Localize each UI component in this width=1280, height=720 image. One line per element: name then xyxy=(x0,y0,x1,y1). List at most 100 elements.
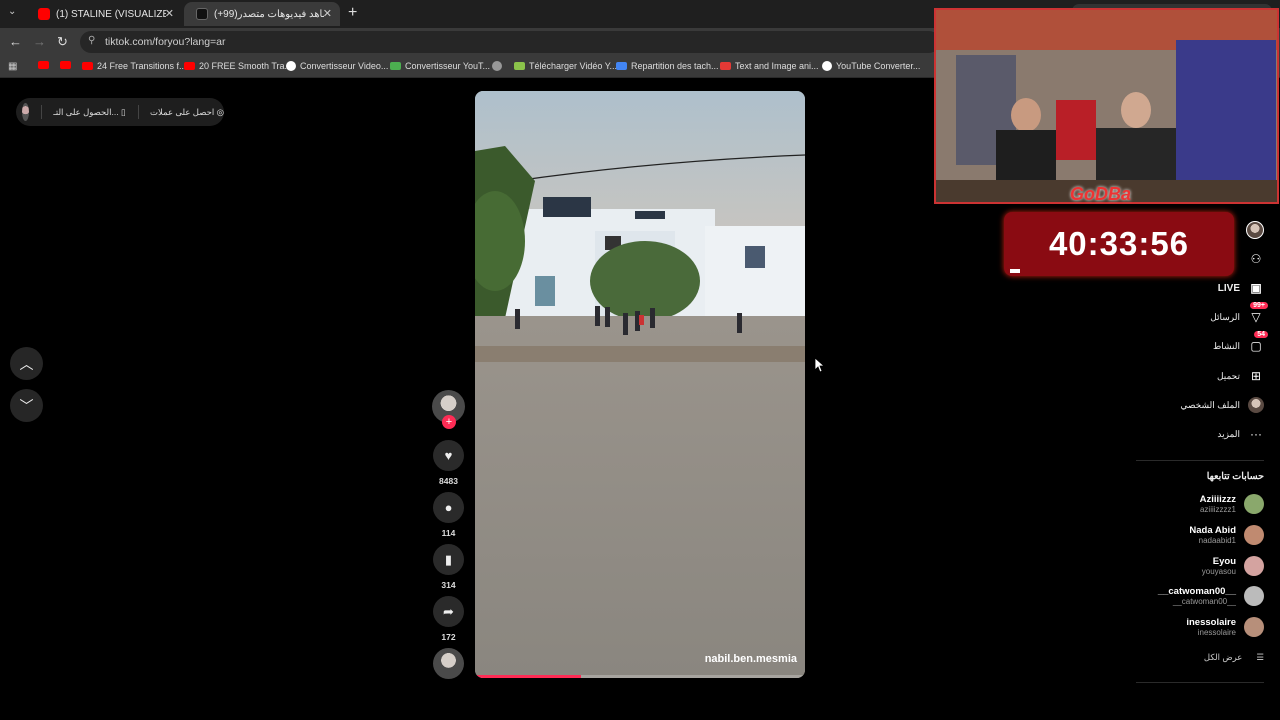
site-info-icon[interactable]: ⚲ xyxy=(88,35,95,46)
activity-badge: 54 xyxy=(1254,331,1268,338)
account-handle: __catwoman00__ xyxy=(1172,597,1236,606)
nav-item-profile[interactable]: الملف الشخصي xyxy=(1180,397,1264,413)
bookmark-item[interactable] xyxy=(60,61,75,69)
account-name: __catwoman00__ xyxy=(1157,586,1236,597)
account-handle: nadaabid1 xyxy=(1198,536,1236,545)
youtube-icon xyxy=(38,61,49,69)
close-tab-icon[interactable]: ✕ xyxy=(323,7,332,20)
back-arrow-icon[interactable]: ← xyxy=(9,34,22,49)
like-button[interactable]: ♥ xyxy=(433,440,464,471)
save-button[interactable]: ▮ xyxy=(433,544,464,575)
apps-grid-icon[interactable]: ▦ xyxy=(8,61,17,72)
heart-icon: ♥ xyxy=(444,448,453,463)
account-name: Nada Abid xyxy=(1189,525,1236,536)
countdown-timer: 40:33:56 xyxy=(1004,212,1234,276)
chevron-up-icon: ︿ xyxy=(19,355,34,372)
bookmark-item[interactable] xyxy=(492,61,506,71)
new-tab-button[interactable]: + xyxy=(348,4,357,22)
url-text: tiktok.com/foryou?lang=ar xyxy=(105,36,226,48)
people-icon: ⚇ xyxy=(1250,252,1262,266)
converter-icon xyxy=(390,62,401,70)
profile-avatar xyxy=(1248,397,1264,413)
tab-search-chevron-icon[interactable]: ⌄ xyxy=(8,6,16,17)
following-account[interactable]: __catwoman00__ __catwoman00__ xyxy=(1158,586,1264,606)
following-title: حسابات تتابعها xyxy=(1206,471,1264,482)
video-player[interactable]: nabil.ben.mesmia xyxy=(475,91,805,678)
nav-item-following[interactable]: ⚇ xyxy=(1248,251,1264,267)
nav-item-messages[interactable]: الرسائل ▽ 99+ xyxy=(1210,302,1268,325)
avatar xyxy=(1244,617,1264,637)
comment-count: 114 xyxy=(441,528,456,538)
bookmark-item[interactable]: Télécharger Vidéo Y... xyxy=(514,61,617,71)
tab-title: (1) STALINE (VISUALIZER) #SAL xyxy=(56,8,166,20)
image-icon xyxy=(720,62,731,70)
nav-item-upload[interactable]: تحميل ⊞ xyxy=(1217,368,1264,384)
bookmark-item[interactable]: Repartition des tach... xyxy=(616,61,719,71)
bookmark-item[interactable] xyxy=(38,61,53,69)
video-author-handle[interactable]: nabil.ben.mesmia xyxy=(705,653,797,665)
topbar-pill: الحصول على التـ... ▯ احصل على عملات ◎ xyxy=(16,98,224,126)
tab-youtube[interactable]: (1) STALINE (VISUALIZER) #SAL ✕ xyxy=(26,2,182,26)
sidebar-divider xyxy=(1136,682,1264,683)
following-account[interactable]: inessolaire inessolaire xyxy=(1186,617,1264,637)
avatar xyxy=(1244,494,1264,514)
nav-item-live[interactable]: LIVE ▣ xyxy=(1218,280,1264,296)
following-account[interactable]: Eyou youyasou xyxy=(1202,556,1264,576)
comment-icon: ● xyxy=(444,500,453,515)
comment-button[interactable]: ● xyxy=(433,492,464,523)
nav-item-activity[interactable]: النشاط ▢ 54 xyxy=(1212,331,1268,354)
see-all-label: عرض الكل xyxy=(1203,652,1243,662)
sidebar-divider xyxy=(1136,460,1264,461)
avatar xyxy=(1244,556,1264,576)
timer-text: 40:33:56 xyxy=(1048,225,1190,262)
timer-bar xyxy=(1010,269,1020,273)
forward-arrow-icon[interactable]: → xyxy=(33,34,46,49)
account-handle: youyasou xyxy=(1201,567,1236,576)
more-icon: ··· xyxy=(1250,427,1262,441)
tiktok-favicon-icon xyxy=(196,8,208,20)
account-handle: inessolaire xyxy=(1197,628,1236,637)
avatar xyxy=(1244,586,1264,606)
previous-video-button[interactable]: ︿ xyxy=(10,347,43,380)
bookmark-item[interactable]: Convertisseur YouT... xyxy=(390,61,490,71)
get-app-button[interactable]: الحصول على التـ... ▯ xyxy=(53,107,125,118)
save-count: 314 xyxy=(441,580,456,590)
nav-label: المزيد xyxy=(1217,428,1240,439)
youtube-icon xyxy=(82,62,93,70)
download-icon xyxy=(514,62,525,70)
get-coins-button[interactable]: احصل على عملات ◎ xyxy=(150,107,224,118)
close-tab-icon[interactable]: ✕ xyxy=(165,7,174,20)
live-icon: ▣ xyxy=(1250,281,1262,295)
see-all-button[interactable]: عرض الكل ☰ xyxy=(1204,652,1264,663)
nav-item-more[interactable]: المزيد ··· xyxy=(1217,426,1264,442)
following-account[interactable]: Nada Abid nadaabid1 xyxy=(1189,525,1264,545)
share-button[interactable]: ➦ xyxy=(433,596,464,627)
next-video-button[interactable]: ﹀ xyxy=(10,389,43,422)
bookmark-item[interactable]: Text and Image ani... xyxy=(720,61,819,71)
bookmark-item[interactable]: Convertisseur Video... xyxy=(286,61,388,71)
avatar[interactable] xyxy=(22,103,29,121)
music-disc-avatar[interactable] xyxy=(433,648,464,679)
phone-icon: ▯ xyxy=(120,106,126,117)
bookmark-item[interactable]: 20 FREE Smooth Tra... xyxy=(184,61,292,71)
nav-label: النشاط xyxy=(1212,340,1240,351)
video-frame xyxy=(475,91,805,678)
nav-label: الملف الشخصي xyxy=(1180,399,1240,410)
address-bar[interactable]: ⚲ tiktok.com/foryou?lang=ar xyxy=(80,31,940,53)
youtube-icon xyxy=(184,62,195,70)
account-name: Aziiiizzz xyxy=(1199,494,1236,505)
account-name: Eyou xyxy=(1212,556,1236,567)
send-icon: ▽ 99+ xyxy=(1248,302,1268,325)
like-count: 8483 xyxy=(439,476,458,486)
nav-item-explore[interactable] xyxy=(1246,221,1264,239)
tab-tiktok[interactable]: شاهد فيديوهات متصدر(99+) ✕ xyxy=(184,2,340,26)
bookmark-item[interactable]: YouTube Converter... xyxy=(822,61,920,71)
bookmark-item[interactable]: 24 Free Transitions f... xyxy=(82,61,187,71)
list-icon: ☰ xyxy=(1256,652,1264,662)
account-name: inessolaire xyxy=(1186,617,1236,628)
reload-icon[interactable]: ↻ xyxy=(57,34,68,50)
following-account[interactable]: Aziiiizzz aziiiizzzz1 xyxy=(1200,494,1264,514)
share-arrow-icon: ➦ xyxy=(443,603,454,619)
google-icon xyxy=(822,61,832,71)
follow-plus-icon[interactable]: + xyxy=(442,415,456,429)
